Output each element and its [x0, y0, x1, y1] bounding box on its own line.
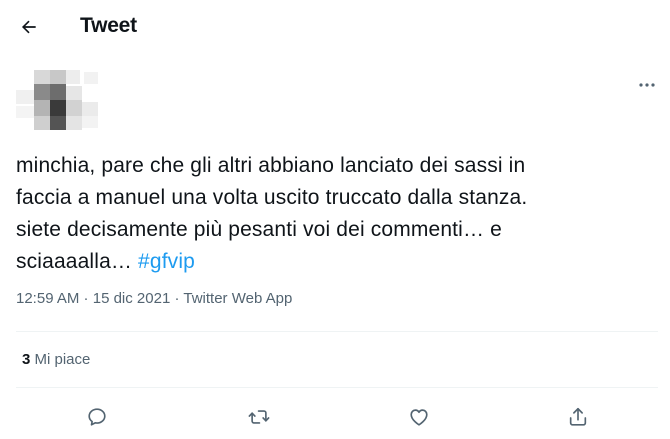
avatar[interactable]	[16, 70, 100, 130]
likes-label: Mi piace	[30, 351, 91, 368]
arrow-left-icon	[21, 20, 36, 34]
tweet-time[interactable]: 12:59 AM	[16, 290, 79, 307]
meta-separator: ·	[170, 290, 184, 307]
tweet-text-line: siete decisamente più pesanti voi dei co…	[16, 218, 502, 241]
divider	[16, 331, 658, 332]
tweet-header: Tweet	[0, 0, 670, 56]
reply-button[interactable]	[82, 402, 112, 432]
tweet-text-fragment: sciaaaalla…	[16, 250, 139, 273]
reply-icon	[88, 408, 106, 426]
like-button[interactable]	[404, 402, 434, 432]
likes-stat[interactable]: 3 Mi piace	[22, 351, 90, 368]
tweet-text-line: sciaaaalla… #gfvip	[16, 246, 656, 278]
tweet-source[interactable]: Twitter Web App	[183, 290, 292, 307]
tweet-text: minchia, pare che gli altri abbiano lanc…	[16, 150, 656, 278]
tweet-text-line: minchia, pare che gli altri abbiano lanc…	[16, 154, 526, 177]
hashtag-link[interactable]: #gfvip	[138, 250, 195, 273]
retweet-button[interactable]	[244, 402, 274, 432]
more-horizontal-icon	[639, 83, 655, 87]
divider	[16, 387, 658, 388]
tweet-text-line: faccia a manuel una volta uscito truccat…	[16, 186, 528, 209]
retweet-icon	[248, 410, 270, 424]
back-button[interactable]	[12, 10, 46, 44]
tweet-date[interactable]: 15 dic 2021	[93, 290, 171, 307]
more-options-button[interactable]	[636, 74, 658, 96]
tweet-actions-bar	[0, 398, 670, 436]
tweet-metadata: 12:59 AM · 15 dic 2021 · Twitter Web App	[16, 290, 292, 307]
meta-separator: ·	[79, 290, 93, 307]
share-button[interactable]	[563, 402, 593, 432]
share-icon	[569, 407, 587, 426]
page-title: Tweet	[80, 14, 137, 37]
heart-icon	[410, 409, 428, 426]
